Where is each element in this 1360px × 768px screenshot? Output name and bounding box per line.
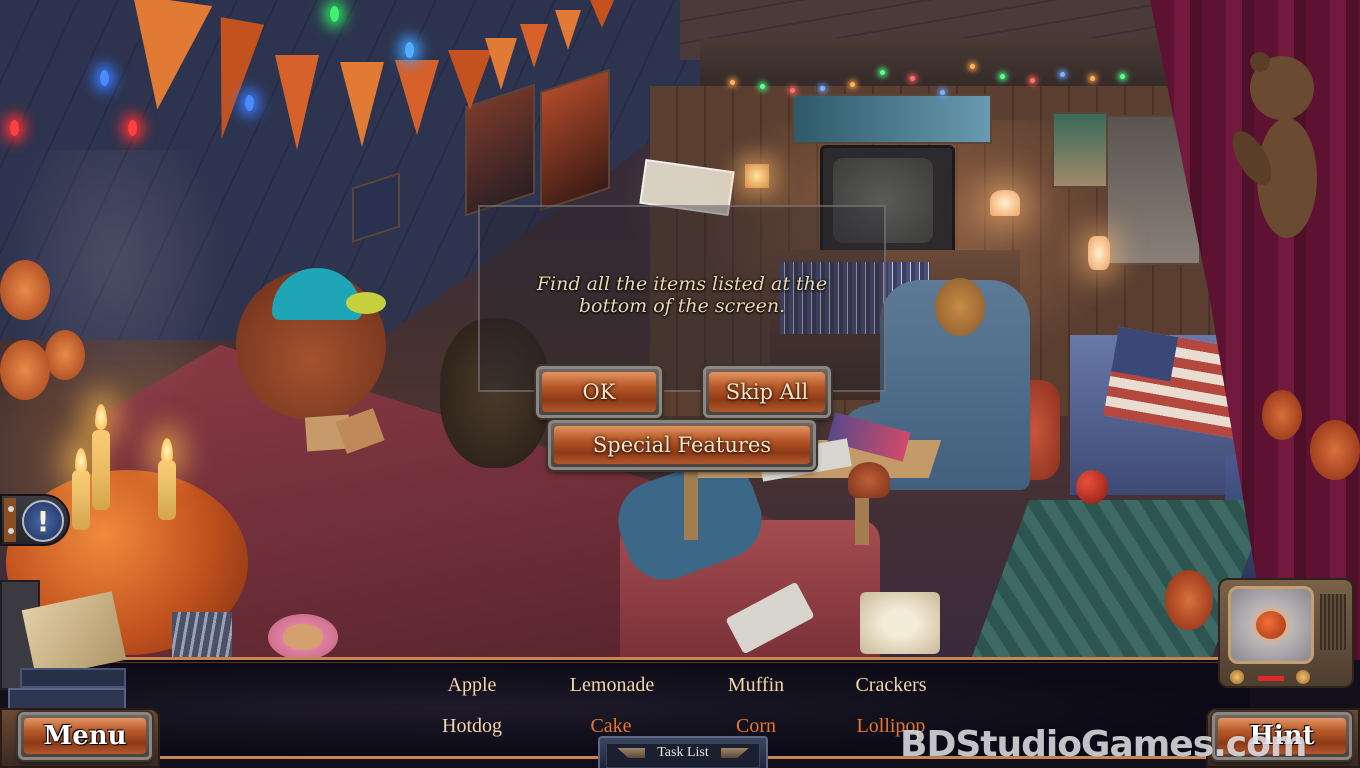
- bunting-flag: [520, 24, 548, 68]
- menu-button[interactable]: Menu: [18, 712, 152, 760]
- skip-all-button[interactable]: Skip All: [703, 366, 831, 418]
- hint-tv-screen: [1228, 586, 1314, 664]
- task-item-cake: Cake: [590, 715, 632, 737]
- instruction-dialog: Find all the items listed at the bottom …: [478, 205, 886, 392]
- teddy-bear: [1232, 52, 1317, 238]
- candle: [158, 460, 176, 520]
- halloween-banner: [792, 94, 992, 144]
- lantern-flower: [0, 340, 50, 400]
- rivet: [8, 506, 14, 512]
- candle-sticks: [172, 612, 232, 658]
- jack-o-lantern-icon: [1256, 611, 1286, 639]
- book: [20, 668, 126, 688]
- candle-flame: [75, 448, 87, 474]
- bunting-flag: [555, 10, 581, 50]
- red-light: [10, 120, 19, 136]
- task-item-lemonade: Lemonade: [569, 674, 655, 696]
- lantern-flower: [1165, 570, 1213, 630]
- instruction-line-1: Find all the items listed at the: [536, 273, 828, 295]
- book: [8, 688, 126, 710]
- special-features-button[interactable]: Special Features: [548, 420, 816, 470]
- instruction-line-2: bottom of the screen.: [578, 295, 786, 317]
- book-stack: [0, 580, 128, 710]
- task-item-crackers: Crackers: [855, 674, 927, 696]
- tv-dial: [1296, 670, 1310, 684]
- blue-light: [245, 95, 254, 111]
- task-item-hotdog: Hotdog: [442, 715, 502, 737]
- lantern-flower: [1310, 420, 1360, 480]
- instruction-text: Find all the items listed at the bottom …: [480, 273, 884, 317]
- lantern-flower: [0, 260, 50, 320]
- wall-lamp: [745, 164, 769, 188]
- fairy-lights: [720, 60, 1140, 100]
- task-item-lollipop: Lollipop: [856, 715, 926, 737]
- bunting-flag: [485, 38, 517, 90]
- task-item-apple: Apple: [447, 674, 497, 696]
- task-list-tab[interactable]: Task List: [598, 736, 768, 768]
- wall-poster: [1052, 112, 1108, 188]
- floor-lamp: [990, 190, 1020, 216]
- bunting-flag: [275, 55, 319, 150]
- candle: [72, 470, 90, 530]
- tv-vents: [1320, 594, 1346, 650]
- bunting-flag: [590, 0, 614, 28]
- floor-lamp: [1088, 236, 1110, 270]
- skip-all-button-label: Skip All: [709, 372, 825, 412]
- ok-button[interactable]: OK: [536, 366, 662, 418]
- rivet: [8, 528, 14, 534]
- ok-button-label: OK: [542, 372, 656, 412]
- blue-light: [405, 42, 414, 58]
- muffin-object[interactable]: [848, 462, 890, 498]
- blue-light: [100, 70, 109, 86]
- green-light: [330, 6, 339, 22]
- exclamation-icon[interactable]: !: [22, 500, 64, 542]
- rivet-strip: [4, 498, 16, 542]
- table-leg: [684, 470, 698, 540]
- special-features-button-label: Special Features: [554, 426, 810, 464]
- boy-head: [935, 278, 985, 336]
- menu-button-label: Menu: [24, 718, 146, 754]
- apple-object[interactable]: [1076, 470, 1108, 504]
- red-light: [128, 120, 137, 136]
- task-list-label: Task List: [657, 745, 709, 760]
- cap-brim: [346, 292, 386, 314]
- movie-poster: [540, 68, 610, 212]
- popcorn-bowl[interactable]: [860, 592, 940, 654]
- bunting-flag: [117, 0, 213, 116]
- candle: [92, 430, 110, 510]
- cookie-tin[interactable]: [268, 614, 338, 660]
- bunting-flag: [395, 60, 439, 135]
- alert-widget[interactable]: !: [0, 494, 70, 546]
- hint-tv[interactable]: [1218, 578, 1354, 688]
- hint-charge-indicator: [1258, 676, 1284, 681]
- bunting-flag: [340, 62, 384, 147]
- tv-dial: [1230, 670, 1244, 684]
- hint-button[interactable]: Hint: [1212, 712, 1352, 760]
- lantern-flower: [1262, 390, 1302, 440]
- hint-button-label: Hint: [1218, 718, 1346, 754]
- lantern-flower: [45, 330, 85, 380]
